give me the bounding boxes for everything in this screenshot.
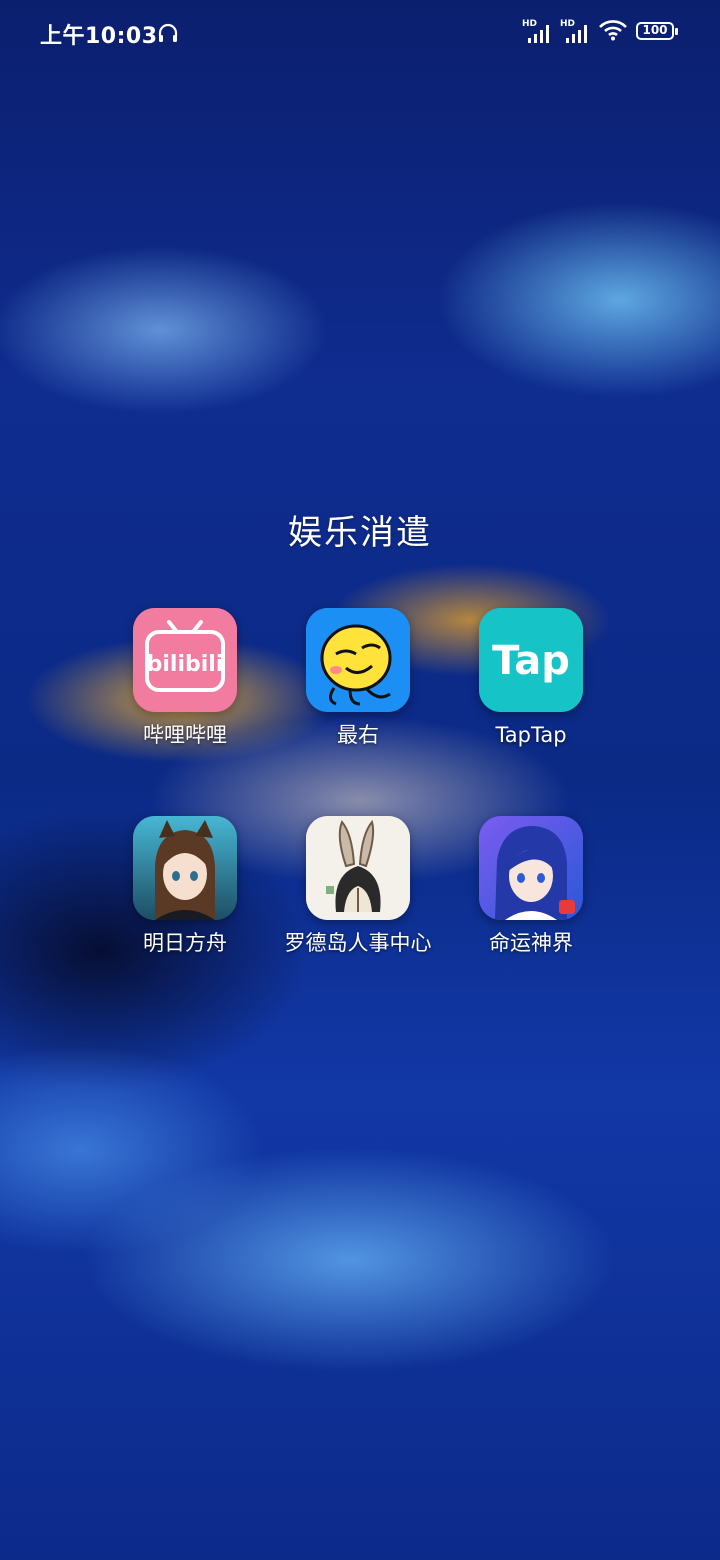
- battery-icon: 100: [636, 22, 680, 42]
- status-icons: HD HD 100: [522, 18, 680, 46]
- zuiyou-app-icon[interactable]: [306, 608, 410, 712]
- signal-icon: HD: [522, 19, 552, 45]
- app-label: TapTap: [495, 723, 567, 747]
- wifi-icon: [598, 18, 628, 46]
- app-label: 命运神界: [489, 931, 573, 955]
- signal-icon: HD: [560, 19, 590, 45]
- app-bilibili[interactable]: bilibili 哔哩哔哩: [99, 608, 271, 750]
- app-taptap[interactable]: Tap TapTap: [445, 608, 617, 750]
- status-time: 上午10:03: [40, 24, 158, 49]
- app-arknights[interactable]: 明日方舟: [99, 816, 271, 958]
- mingyun-shenjie-app-icon[interactable]: [479, 816, 583, 920]
- taptap-app-icon[interactable]: Tap: [479, 608, 583, 712]
- bilibili-app-icon[interactable]: bilibili: [133, 608, 237, 712]
- taptap-logo-text: Tap: [492, 638, 570, 684]
- rhodes-island-app-icon[interactable]: [306, 816, 410, 920]
- app-label: 最右: [337, 723, 379, 747]
- folder-title[interactable]: 娱乐消遣: [0, 505, 720, 554]
- status-bar: 上午10:03 HD HD 100: [0, 0, 720, 70]
- arknights-app-icon[interactable]: [133, 816, 237, 920]
- bilibili-logo-text: bilibili: [147, 652, 224, 677]
- app-label: 罗德岛人事中心: [284, 931, 432, 955]
- battery-level: 100: [642, 23, 668, 37]
- app-label: 明日方舟: [143, 931, 227, 955]
- app-zuiyou[interactable]: 最右: [272, 608, 444, 750]
- app-mingyun-shenjie[interactable]: 命运神界: [445, 816, 617, 958]
- headset-icon: [156, 22, 180, 46]
- battery-tip: [675, 28, 678, 35]
- app-label: 哔哩哔哩: [143, 723, 227, 747]
- app-rhodes-island-hr[interactable]: 罗德岛人事中心: [272, 816, 444, 958]
- home-screen: 上午10:03 HD HD 100 娱乐消遣 bilibili 哔哩哔哩 最右 …: [0, 0, 720, 1560]
